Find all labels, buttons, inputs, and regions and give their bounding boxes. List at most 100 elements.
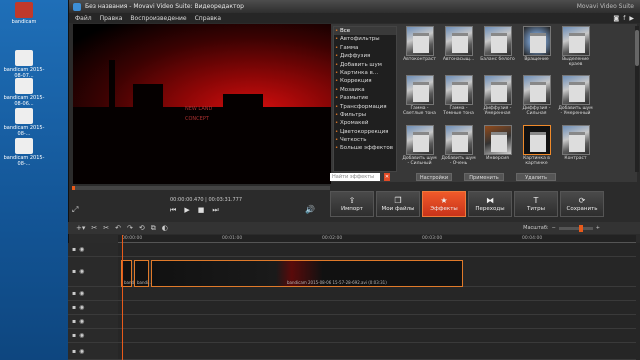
fullscreen-icon[interactable]: ⤢ [72, 205, 78, 215]
desktop-icon[interactable]: bandicam 2015-08-... [2, 138, 46, 167]
effect-thumbnail[interactable]: Вращение [518, 26, 555, 73]
effect-thumbnail[interactable]: Гамма - Светлые тона [401, 75, 438, 122]
clear-search-icon[interactable]: ✕ [384, 173, 390, 181]
menu-edit[interactable]: Правка [100, 15, 123, 22]
apply-button[interactable]: Применить [464, 173, 504, 181]
track-header[interactable]: ▪ ◉ [68, 315, 118, 329]
add-track-icon[interactable]: +▾ [76, 224, 85, 232]
effect-thumbnail[interactable]: Диффузия - Сильная [518, 75, 555, 122]
track-header[interactable]: ▪ ◉ [68, 243, 118, 257]
zoom-in-icon[interactable]: + [596, 225, 600, 231]
track-lock-icon[interactable]: ▪ [72, 348, 76, 355]
track-lane[interactable] [118, 329, 636, 343]
titles-button[interactable]: T Титры [514, 191, 558, 217]
effect-category[interactable]: Картинка в... [334, 69, 396, 78]
effects-button[interactable]: ★ Эффекты [422, 191, 466, 217]
desktop-icon[interactable]: bandicam [2, 2, 46, 25]
track-lock-icon[interactable]: ▪ [72, 304, 76, 311]
effect-category[interactable]: Автофильтры [334, 35, 396, 44]
import-button[interactable]: ⇪ Импорт [330, 191, 374, 217]
split-icon[interactable]: ✂ [103, 224, 109, 232]
zoom-slider[interactable] [558, 224, 593, 232]
scrollbar-thumb[interactable] [635, 30, 639, 66]
play-icon[interactable]: ▶ [184, 206, 189, 215]
effects-scrollbar[interactable] [635, 26, 639, 172]
effect-category[interactable]: Диффузия [334, 52, 396, 61]
effect-category[interactable]: Больше эффектов [334, 144, 396, 153]
track-lock-icon[interactable]: ▪ [72, 246, 76, 253]
effect-category[interactable]: Все [334, 27, 396, 36]
effect-category[interactable]: Коррекция [334, 77, 396, 86]
effect-thumbnail[interactable]: Диффузия - Умеренная [479, 75, 516, 122]
effect-thumbnail[interactable]: Добавить шум - Умеренный [557, 75, 594, 122]
skip-back-icon[interactable]: ⏮ [170, 206, 176, 215]
effect-thumbnail[interactable]: Гамма - Темные тона [440, 75, 477, 122]
track-visibility-icon[interactable]: ◉ [79, 332, 84, 339]
desktop-icon[interactable]: bandicam 2015-08-... [2, 108, 46, 137]
menu-help[interactable]: Справка [195, 15, 221, 22]
effect-category[interactable]: Фильтры [334, 111, 396, 120]
track-lane[interactable] [118, 343, 636, 360]
effect-thumbnail[interactable]: Контраст [557, 124, 594, 172]
track-lock-icon[interactable]: ▪ [72, 332, 76, 339]
track-lane[interactable] [118, 315, 636, 329]
effect-thumbnail[interactable]: Автоконтраст [401, 26, 438, 73]
track-lane[interactable] [118, 243, 636, 257]
track-visibility-icon[interactable]: ◉ [79, 348, 84, 355]
desktop-icon[interactable]: bandicam 2015-08-07... [2, 50, 46, 79]
video-clip-main[interactable]: bandicam 2015-08-06 15-57-28-692.avi (0:… [151, 260, 463, 287]
volume-icon[interactable]: 🔊 [305, 205, 315, 214]
effect-thumbnail[interactable]: Картинка в картинке [518, 124, 555, 172]
track-visibility-icon[interactable]: ◉ [79, 246, 84, 253]
effect-category[interactable]: Цветокоррекция [334, 128, 396, 137]
track-header[interactable]: ▪ ◉ [68, 301, 118, 315]
track-visibility-icon[interactable]: ◉ [79, 318, 84, 325]
facebook-icon[interactable]: f [623, 15, 625, 22]
track-lock-icon[interactable]: ▪ [72, 268, 76, 275]
effect-category[interactable]: Хромакей [334, 119, 396, 128]
track-lock-icon[interactable]: ▪ [72, 318, 76, 325]
effect-thumbnail[interactable]: Инверсия [479, 124, 516, 172]
menu-playback[interactable]: Воспроизведение [130, 15, 186, 22]
delete-button[interactable]: Удалить [516, 173, 556, 181]
redo-icon[interactable]: ↷ [127, 224, 133, 232]
effect-thumbnail[interactable]: Добавить шум - Очень [440, 124, 477, 172]
youtube-icon[interactable]: ▶ [629, 15, 634, 22]
track-header[interactable]: ▪ ◉ [68, 343, 118, 360]
effect-category[interactable]: Размытие [334, 94, 396, 103]
track-lane[interactable] [118, 287, 636, 301]
my-files-button[interactable]: ❐ Мои файлы [376, 191, 420, 217]
effect-thumbnail[interactable]: Выделение краев [557, 26, 594, 73]
effect-thumbnail[interactable]: Баланс белого [479, 26, 516, 73]
menu-file[interactable]: Файл [75, 15, 92, 22]
track-visibility-icon[interactable]: ◉ [79, 304, 84, 311]
track-visibility-icon[interactable]: ◉ [79, 290, 84, 297]
crop-icon[interactable]: ⧉ [151, 224, 156, 233]
effect-category[interactable]: Четкость [334, 136, 396, 145]
video-preview[interactable]: NEW LAND CONCEPT [73, 24, 331, 184]
track-lock-icon[interactable]: ▪ [72, 290, 76, 297]
effect-category[interactable]: Мозаика [334, 86, 396, 95]
undo-icon[interactable]: ↶ [115, 224, 121, 232]
cut-icon[interactable]: ✂ [91, 224, 97, 232]
track-header[interactable]: ▪ ◉ [68, 329, 118, 343]
effect-thumbnail[interactable]: Автонасыщ... [440, 26, 477, 73]
zoom-knob[interactable] [578, 224, 583, 232]
effect-thumbnail[interactable]: Добавить шум - Сильный [401, 124, 438, 172]
track-header[interactable]: ▪ ◉ [68, 257, 118, 287]
skip-forward-icon[interactable]: ⏭ [212, 206, 218, 215]
settings-button[interactable]: Настройки [416, 173, 452, 181]
effect-category[interactable]: Гамма [334, 44, 396, 53]
rotate-icon[interactable]: ⟲ [139, 224, 145, 232]
timeline-ruler[interactable]: 00:00:00 00:01:00 00:02:00 00:03:00 00:04:00 [118, 235, 636, 243]
playback-progress[interactable] [72, 186, 330, 190]
transitions-button[interactable]: ⧓ Переходы [468, 191, 512, 217]
desktop-icon[interactable]: bandicam 2015-08-06... [2, 78, 46, 107]
video-clip[interactable]: bandi.. [134, 260, 151, 287]
vk-icon[interactable]: ◙ [613, 15, 619, 22]
track-lane[interactable] [118, 301, 636, 315]
track-header[interactable]: ▪ ◉ [68, 287, 118, 301]
playhead[interactable] [122, 235, 123, 360]
effects-search-input[interactable]: Найти эффекты [330, 173, 380, 181]
zoom-out-icon[interactable]: − [552, 225, 556, 231]
